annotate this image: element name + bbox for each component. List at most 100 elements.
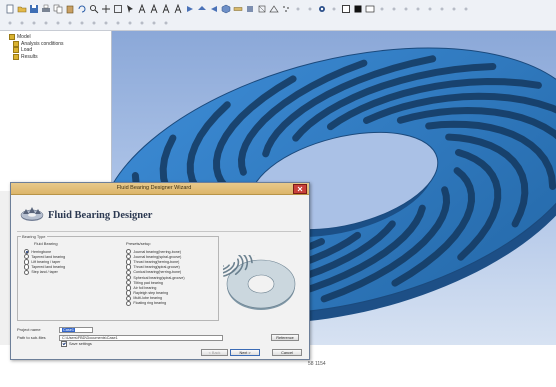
dot-button[interactable] — [304, 3, 315, 14]
bearing-option[interactable]: Step land / taper — [24, 269, 65, 276]
dot-button[interactable] — [412, 3, 423, 14]
next-button[interactable]: Next > — [230, 349, 260, 356]
view-front-icon — [186, 5, 193, 12]
paste-icon — [66, 5, 73, 13]
view-side-icon — [210, 5, 217, 12]
radio-button[interactable] — [24, 269, 30, 276]
target-button[interactable] — [316, 3, 327, 14]
select-button[interactable] — [124, 3, 135, 14]
bearing-option[interactable]: Conical bearing(herring-bone) — [126, 269, 185, 276]
option-label: Thrust bearing(herring-bone) — [133, 259, 180, 264]
text-a-button[interactable] — [172, 3, 183, 14]
option-label: Rayleigh step bearing — [133, 291, 169, 296]
dot-button[interactable] — [148, 17, 159, 28]
bearing-option[interactable]: Floating ring bearing — [126, 300, 185, 307]
window-button[interactable] — [364, 3, 375, 14]
square-black-button[interactable] — [352, 3, 363, 14]
dot-button[interactable] — [448, 3, 459, 14]
text-a-button[interactable] — [148, 3, 159, 14]
reference-button[interactable]: Reference — [271, 334, 299, 341]
option-label: Tapered land bearing — [31, 265, 66, 270]
wire-icon — [258, 5, 265, 12]
folder-icon — [13, 40, 19, 47]
open-button[interactable] — [16, 3, 27, 14]
dot-icon — [428, 7, 431, 10]
dot-button[interactable] — [160, 17, 171, 28]
bearing-option[interactable]: Thrust bearing(herring-bone) — [126, 259, 185, 265]
bearing-option[interactable]: Journal bearing(spiral-groove) — [126, 254, 185, 260]
dot-button[interactable] — [124, 17, 135, 28]
dot-icon — [404, 7, 407, 10]
dot-button[interactable] — [436, 3, 447, 14]
close-button[interactable] — [293, 184, 307, 194]
dialog-titlebar[interactable]: Fluid Bearing Designer Wizard — [11, 183, 309, 195]
presets-column: Presets/setup Journal bearing(herring-bo… — [126, 241, 185, 307]
view-iso-button[interactable] — [220, 3, 231, 14]
dot-button[interactable] — [16, 17, 27, 28]
dot-button[interactable] — [88, 17, 99, 28]
dot-icon — [104, 21, 107, 24]
points-button[interactable] — [280, 3, 291, 14]
zoom-button[interactable] — [88, 3, 99, 14]
dot-button[interactable] — [100, 17, 111, 28]
save-settings-checkbox[interactable]: Save settings — [61, 341, 92, 347]
edges-button[interactable] — [268, 3, 279, 14]
copy-button[interactable] — [52, 3, 63, 14]
view-side-button[interactable] — [208, 3, 219, 14]
view-front-button[interactable] — [184, 3, 195, 14]
text-a-button[interactable] — [136, 3, 147, 14]
bearing-option[interactable]: Thrust bearing(spiral-groove) — [126, 264, 185, 270]
dot-button[interactable] — [64, 17, 75, 28]
radio-button[interactable] — [126, 300, 132, 307]
print-button[interactable] — [40, 3, 51, 14]
view-top-button[interactable] — [196, 3, 207, 14]
text-a-icon — [174, 3, 181, 13]
paste-button[interactable] — [64, 3, 75, 14]
text-a-icon — [150, 3, 157, 13]
copy-icon — [53, 4, 62, 13]
bearing-option[interactable]: Spherical bearing(spiral-groove) — [126, 274, 185, 281]
dot-icon — [32, 21, 35, 24]
pan-button[interactable] — [100, 3, 111, 14]
dot-button[interactable] — [40, 17, 51, 28]
toolbar-row-2 — [4, 17, 171, 28]
dot-button[interactable] — [4, 17, 15, 28]
bearing-preview-image — [223, 255, 296, 310]
dot-button[interactable] — [400, 3, 411, 14]
checkbox-box[interactable] — [61, 341, 67, 347]
dot-button[interactable] — [28, 17, 39, 28]
bearing-option[interactable]: Journal bearing(herring-bone) — [126, 248, 185, 255]
option-label: Thrust bearing(spiral-groove) — [133, 265, 180, 270]
project-name-input[interactable]: Case1 — [59, 326, 93, 333]
square-outline-icon — [341, 4, 350, 13]
dot-button[interactable] — [52, 17, 63, 28]
fit-button[interactable] — [112, 3, 123, 14]
save-button[interactable] — [28, 3, 39, 14]
text-a-button[interactable] — [160, 3, 171, 14]
view-iso-icon — [221, 4, 230, 13]
dot-button[interactable] — [328, 3, 339, 14]
rotate-button[interactable] — [76, 3, 87, 14]
dot-button[interactable] — [136, 17, 147, 28]
option-label: Lift bearing / taper — [31, 259, 61, 264]
shade-button[interactable] — [244, 3, 255, 14]
dot-button[interactable] — [460, 3, 471, 14]
dot-button[interactable] — [112, 17, 123, 28]
dot-icon — [56, 21, 59, 24]
dot-button[interactable] — [292, 3, 303, 14]
cancel-button[interactable]: Cancel — [272, 349, 302, 356]
ruler-button[interactable] — [232, 3, 243, 14]
square-outline-button[interactable] — [340, 3, 351, 14]
dot-button[interactable] — [76, 17, 87, 28]
wire-button[interactable] — [256, 3, 267, 14]
dot-button[interactable] — [376, 3, 387, 14]
tree-item-results[interactable]: Results — [0, 53, 111, 61]
status-text: 58 1154 — [308, 361, 326, 367]
dot-button[interactable] — [424, 3, 435, 14]
dot-button[interactable] — [388, 3, 399, 14]
back-button[interactable]: < Back — [201, 349, 228, 356]
select-icon — [126, 4, 133, 13]
view-top-icon — [197, 5, 206, 10]
path-input[interactable]: C:\Users\FBD\Documents\Case1 — [59, 334, 223, 341]
new-file-button[interactable] — [4, 3, 15, 14]
